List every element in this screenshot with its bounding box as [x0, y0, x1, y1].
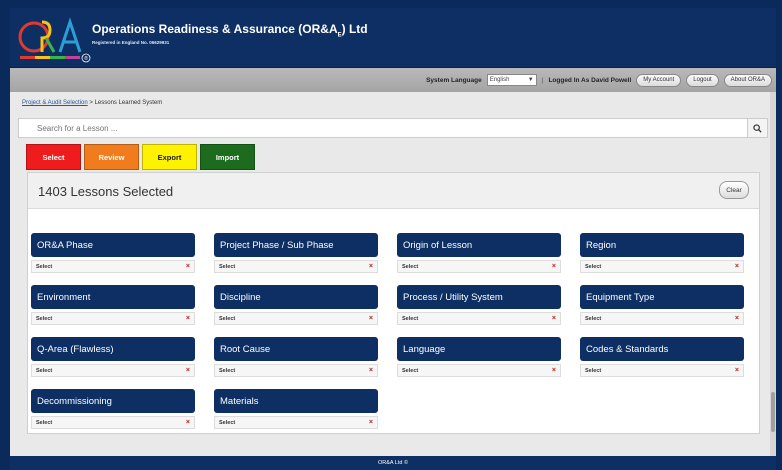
page-scrollbar[interactable]	[770, 92, 776, 456]
my-account-button[interactable]: My Account	[636, 73, 682, 87]
search-icon	[753, 123, 762, 133]
filter-select-q-area-flawless[interactable]: Select ×	[31, 364, 195, 377]
filter-label: Codes & Standards	[580, 337, 744, 361]
tab-review[interactable]: Review	[84, 144, 139, 170]
filter-select-environment[interactable]: Select ×	[31, 312, 195, 325]
action-tabs: Select Review Export Import	[26, 144, 255, 170]
scrollbar-thumb[interactable]	[771, 392, 775, 432]
filter-equipment-type: Equipment Type Select ×	[580, 285, 744, 325]
filter-language: Language Select ×	[397, 337, 561, 377]
filter-select-language[interactable]: Select ×	[397, 364, 561, 377]
filter-label: Root Cause	[214, 337, 378, 361]
filter-decommissioning: Decommissioning Select ×	[31, 389, 195, 429]
about-button[interactable]: About OR&A	[723, 73, 772, 87]
clear-x-icon[interactable]: ×	[735, 263, 739, 270]
filter-label: OR&A Phase	[31, 233, 195, 257]
filter-select-or-a-phase[interactable]: Select ×	[31, 260, 195, 273]
site-header: ® Operations Readiness & Assurance (OR&A…	[10, 8, 776, 68]
clear-x-icon[interactable]: ×	[186, 367, 190, 374]
clear-x-icon[interactable]: ×	[369, 367, 373, 374]
tab-export[interactable]: Export	[142, 144, 197, 170]
clear-button[interactable]: Clear	[719, 181, 749, 199]
filter-label: Q-Area (Flawless)	[31, 337, 195, 361]
filter-select-region[interactable]: Select ×	[580, 260, 744, 273]
filter-project-phase-sub-phase: Project Phase / Sub Phase Select ×	[214, 233, 378, 273]
filter-root-cause: Root Cause Select ×	[214, 337, 378, 377]
filter-discipline: Discipline Select ×	[214, 285, 378, 325]
company-name: Operations Readiness & Assurance (OR&AE)…	[92, 22, 368, 39]
chevron-down-icon: ▼	[527, 77, 534, 83]
logged-in-user: Logged In As David Powell	[548, 76, 632, 84]
filter-select-process-utility-system[interactable]: Select ×	[397, 312, 561, 325]
filter-label: Project Phase / Sub Phase	[214, 233, 378, 257]
filter-label: Language	[397, 337, 561, 361]
clear-x-icon[interactable]: ×	[552, 263, 556, 270]
site-footer: OR&A Ltd ©	[10, 456, 776, 470]
clear-x-icon[interactable]: ×	[735, 367, 739, 374]
search-input[interactable]	[19, 119, 747, 137]
registration-number: Registered in England No. 06629931	[92, 40, 170, 45]
filter-select-root-cause[interactable]: Select ×	[214, 364, 378, 377]
clear-x-icon[interactable]: ×	[369, 263, 373, 270]
breadcrumb-project-audit-link[interactable]: Project & Audit Selection	[22, 100, 88, 106]
clear-x-icon[interactable]: ×	[186, 263, 190, 270]
breadcrumb: Project & Audit Selection > Lessons Lear…	[22, 100, 163, 106]
filter-select-equipment-type[interactable]: Select ×	[580, 312, 744, 325]
clear-x-icon[interactable]: ×	[369, 315, 373, 322]
filter-process-utility-system: Process / Utility System Select ×	[397, 285, 561, 325]
app-window: ® Operations Readiness & Assurance (OR&A…	[10, 8, 776, 470]
clear-x-icon[interactable]: ×	[186, 419, 190, 426]
filter-label: Equipment Type	[580, 285, 744, 309]
filter-select-decommissioning[interactable]: Select ×	[31, 416, 195, 429]
clear-x-icon[interactable]: ×	[186, 315, 190, 322]
lessons-panel: 1403 Lessons Selected Clear OR&A Phase Se…	[27, 172, 760, 434]
filter-select-discipline[interactable]: Select ×	[214, 312, 378, 325]
filter-or-a-phase: OR&A Phase Select ×	[31, 233, 195, 273]
filter-origin-of-lesson: Origin of Lesson Select ×	[397, 233, 561, 273]
system-language-label: System Language	[426, 76, 482, 84]
filter-codes-standards: Codes & Standards Select ×	[580, 337, 744, 377]
filter-label: Discipline	[214, 285, 378, 309]
filter-region: Region Select ×	[580, 233, 744, 273]
tab-import[interactable]: Import	[200, 144, 255, 170]
filter-label: Decommissioning	[31, 389, 195, 413]
panel-header: 1403 Lessons Selected Clear	[28, 173, 759, 209]
clear-x-icon[interactable]: ×	[735, 315, 739, 322]
filter-select-codes-standards[interactable]: Select ×	[580, 364, 744, 377]
filter-select-project-phase-sub-phase[interactable]: Select ×	[214, 260, 378, 273]
filter-environment: Environment Select ×	[31, 285, 195, 325]
ora-logo[interactable]: ®	[16, 14, 92, 64]
search-bar	[18, 118, 768, 138]
filter-select-origin-of-lesson[interactable]: Select ×	[397, 260, 561, 273]
filter-label: Region	[580, 233, 744, 257]
clear-x-icon[interactable]: ×	[369, 419, 373, 426]
filter-label: Process / Utility System	[397, 285, 561, 309]
tab-select[interactable]: Select	[26, 144, 81, 170]
logout-button[interactable]: Logout	[686, 73, 719, 87]
filter-label: Origin of Lesson	[397, 233, 561, 257]
filter-label: Materials	[214, 389, 378, 413]
breadcrumb-current: Lessons Learned System	[94, 100, 163, 106]
user-toolbar: System Language English ▼ | Logged In As…	[10, 68, 776, 92]
filter-materials: Materials Select ×	[214, 389, 378, 429]
clear-x-icon[interactable]: ×	[552, 367, 556, 374]
lessons-count: 1403 Lessons Selected	[38, 184, 174, 199]
registered-mark: ®	[84, 55, 88, 62]
language-select[interactable]: English ▼	[486, 74, 537, 86]
filter-label: Environment	[31, 285, 195, 309]
filter-q-area-flawless: Q-Area (Flawless) Select ×	[31, 337, 195, 377]
search-button[interactable]	[747, 119, 767, 137]
filter-select-materials[interactable]: Select ×	[214, 416, 378, 429]
clear-x-icon[interactable]: ×	[552, 315, 556, 322]
